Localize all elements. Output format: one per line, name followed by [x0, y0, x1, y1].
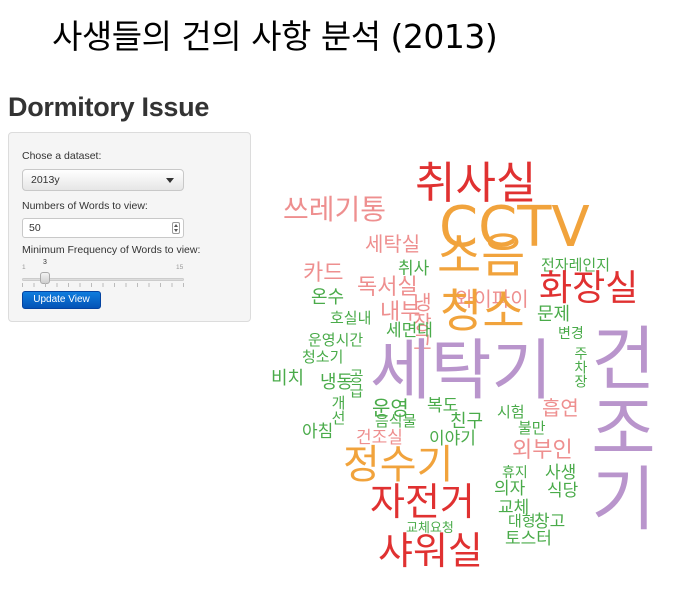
word-cloud-word: 운영시간: [308, 331, 364, 349]
word-cloud-word: 외부인: [512, 438, 573, 463]
word-cloud-word: 청소기: [302, 348, 344, 366]
word-cloud-word: 호실내: [330, 309, 372, 327]
word-cloud-word: 취사실: [415, 158, 537, 209]
word-cloud-word: 소음: [437, 228, 526, 284]
word-cloud-word: 건조기: [577, 322, 659, 532]
word-cloud-word: 화장실: [539, 268, 639, 309]
word-cloud-word: 공급: [347, 368, 365, 398]
word-cloud-word: 불만: [518, 419, 546, 437]
word-cloud-word: 휴지: [502, 465, 528, 481]
word-cloud-word: 온수: [311, 287, 345, 308]
word-cloud-word: 아침: [302, 422, 334, 442]
word-cloud-word: 세탁실: [365, 232, 421, 256]
word-cloud-word: 취사: [398, 259, 430, 279]
word-cloud-word: 사생: [545, 463, 577, 483]
word-cloud-word: 샤워실: [378, 529, 483, 573]
word-cloud-word: 비치: [271, 368, 305, 389]
word-cloud-word: 개선: [329, 395, 347, 425]
word-cloud-word: 자전거: [370, 480, 475, 524]
word-cloud-word: 쓰레기통: [283, 193, 387, 226]
word-cloud-word: 청소: [440, 284, 525, 338]
word-cloud-word: 대형: [508, 512, 536, 530]
word-cloud-word: 정수기: [343, 442, 454, 488]
word-cloud-word: 식당: [547, 481, 579, 501]
word-cloud-word: 의자: [494, 479, 526, 499]
word-cloud-word: 카드: [303, 261, 344, 286]
word-cloud-word: 세탁기: [370, 332, 553, 409]
word-cloud-word: 음식물: [375, 412, 417, 430]
word-cloud-word: 토스터: [505, 529, 552, 549]
word-cloud: 쓰레기통 세탁실 카드 독서실 취사 냉장고 와이파이 전자레인지 온수 내부 …: [0, 0, 685, 592]
